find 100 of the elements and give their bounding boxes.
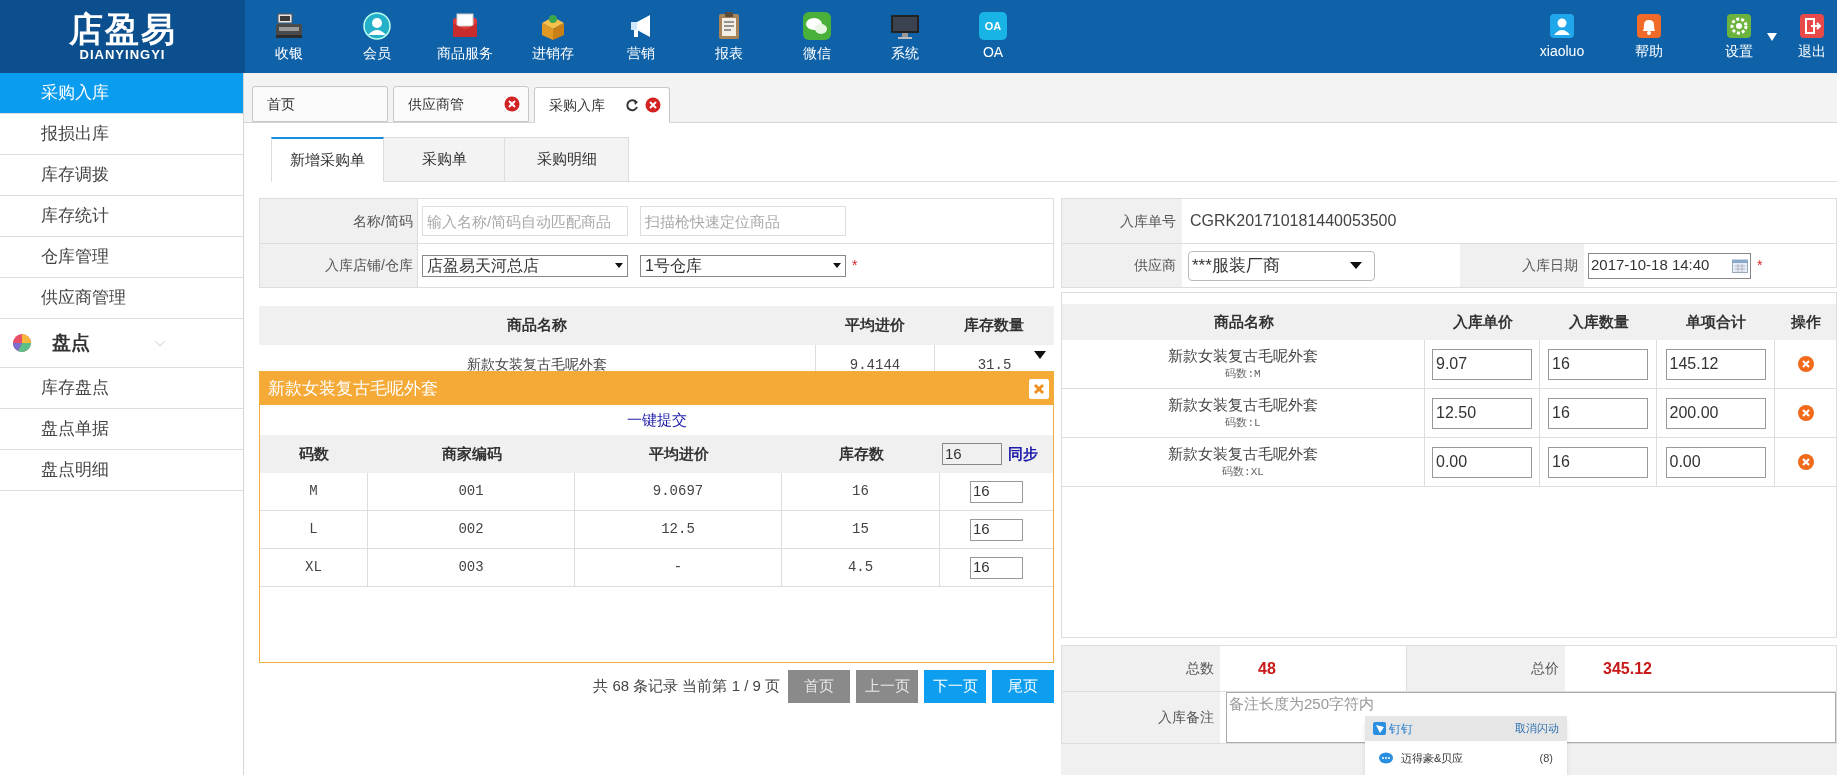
remove-button[interactable] xyxy=(1796,355,1815,373)
close-icon xyxy=(645,97,661,113)
nav-item[interactable]: xiaoluo xyxy=(1517,0,1607,73)
sub-tab[interactable]: 采购单 xyxy=(384,137,505,182)
column-header: 库存数 xyxy=(837,443,885,464)
form-label: 总数 xyxy=(1062,646,1220,691)
caret-icon xyxy=(1350,262,1362,269)
page-tab[interactable]: 首页 xyxy=(252,86,388,122)
nav-item[interactable]: 退出 xyxy=(1787,0,1837,73)
size-label: 码数:XL xyxy=(1222,465,1264,480)
table-cell-text: 4.5 xyxy=(847,558,874,577)
logo: 店盈易 DIANYINGYI xyxy=(0,0,245,73)
person-icon xyxy=(1549,13,1575,39)
input-field[interactable]: 0.00 xyxy=(1665,446,1766,478)
close-button[interactable] xyxy=(1029,378,1049,399)
caret-icon xyxy=(615,263,623,268)
input-field[interactable]: 扫描枪快速定位商品 xyxy=(640,206,846,236)
sub-tab[interactable]: 新增采购单 xyxy=(271,137,384,182)
input-field[interactable]: 0.00 xyxy=(1432,446,1532,478)
form-label: 供应商 xyxy=(1062,244,1182,287)
caret-icon xyxy=(1034,351,1046,359)
chat-icon xyxy=(1379,751,1393,765)
close-icon xyxy=(504,96,520,112)
select-field[interactable]: 1号仓库 xyxy=(640,254,846,277)
nav-item[interactable]: 报表 xyxy=(685,0,773,73)
submit-link[interactable]: 一键提交 xyxy=(626,408,687,432)
quantity-field[interactable]: 16 xyxy=(970,480,1023,503)
input-field[interactable]: 12.50 xyxy=(1432,397,1532,429)
input-field[interactable]: 16 xyxy=(1548,348,1648,380)
page-tab[interactable]: 采购入库 xyxy=(534,87,670,123)
pagination-button: 上一页 xyxy=(856,670,918,703)
form-label: 入库店铺/仓库 xyxy=(260,244,418,287)
select-field[interactable]: ***服装厂商 xyxy=(1188,250,1375,281)
caret-icon xyxy=(833,263,841,268)
nav-item[interactable]: OA OA xyxy=(949,0,1037,73)
product-name: 新款女装复古毛呢外套 xyxy=(1168,346,1318,366)
dismiss-button[interactable]: 取消闪动 xyxy=(1515,720,1559,737)
person-icon xyxy=(362,11,392,41)
bell-icon xyxy=(1636,13,1662,39)
table-cell-text: 16 xyxy=(852,482,869,501)
pagination-button: 首页 xyxy=(788,670,850,703)
column-header: 入库数量 xyxy=(1567,311,1630,332)
column-header: 库存数量 xyxy=(963,315,1025,336)
nav-item[interactable]: 收银 xyxy=(245,0,333,73)
table-cell-text: 9.0697 xyxy=(652,482,704,501)
remove-button[interactable] xyxy=(1796,453,1815,471)
notification-item[interactable]: 迈得豪&贝应 (8) xyxy=(1365,741,1567,775)
remove-icon xyxy=(1796,404,1815,422)
date-field[interactable]: 2017-10-18 14:40 xyxy=(1588,252,1751,279)
remove-button[interactable] xyxy=(1796,404,1815,422)
table-cell-text: 001 xyxy=(458,482,484,501)
form-label: 入库备注 xyxy=(1062,692,1220,743)
sync-link[interactable]: 同步 xyxy=(1008,442,1038,466)
exit-icon xyxy=(1799,13,1825,39)
input-field[interactable]: 200.00 xyxy=(1665,397,1766,429)
refresh-icon xyxy=(625,98,639,112)
form-label: 总价 xyxy=(1407,646,1565,691)
column-header: 码数 xyxy=(298,443,330,464)
app-icon xyxy=(1373,722,1386,735)
register-icon xyxy=(274,11,304,41)
chevron-icon xyxy=(155,341,165,347)
table-cell-text: 31.5 xyxy=(977,356,1012,375)
table-cell-text: 新款女装复古毛呢外套 xyxy=(467,356,607,375)
table-cell-text: 9.4144 xyxy=(849,356,901,375)
close-icon xyxy=(1033,382,1045,395)
input-field[interactable]: 16 xyxy=(1548,397,1648,429)
nav-item[interactable]: 微信 xyxy=(773,0,861,73)
settings-icon xyxy=(1726,13,1752,39)
column-header: 单项合计 xyxy=(1685,311,1747,332)
nav-item[interactable]: 帮助 xyxy=(1607,0,1691,73)
nav-item[interactable]: 会员 xyxy=(333,0,421,73)
column-header: 商品名称 xyxy=(1212,311,1275,332)
quantity-field[interactable]: 16 xyxy=(970,518,1023,541)
table-cell-text: - xyxy=(673,558,683,577)
quantity-field[interactable]: 16 xyxy=(970,556,1023,579)
table-cell-text: 002 xyxy=(458,520,484,539)
sub-tab[interactable]: 采购明细 xyxy=(505,137,629,182)
nav-item[interactable]: 进销存 xyxy=(509,0,597,73)
input-field[interactable]: 16 xyxy=(1548,446,1648,478)
total-count: 48 xyxy=(1258,658,1276,679)
input-field[interactable]: 145.12 xyxy=(1665,348,1766,380)
form-label: 名称/简码 xyxy=(260,199,418,243)
table-cell-text: M xyxy=(309,482,318,501)
caret-icon xyxy=(1767,33,1777,41)
form-label: 入库日期 xyxy=(1460,244,1584,287)
column-header: 商品名称 xyxy=(506,315,568,336)
input-field[interactable]: 输入名称/简码自动匹配商品 xyxy=(422,206,628,236)
nav-item[interactable]: 营销 xyxy=(597,0,685,73)
pagination-summary: 共 68 条记录 当前第 1 / 9 页 xyxy=(593,676,780,697)
page-tab[interactable]: 供应商管 xyxy=(393,86,529,122)
nav-item[interactable]: 设置 xyxy=(1691,0,1787,73)
form-label: 入库单号 xyxy=(1062,199,1182,243)
column-header: 平均进价 xyxy=(647,443,710,464)
select-field[interactable]: 店盈易天河总店 xyxy=(422,254,628,277)
chat-bubbles-icon xyxy=(802,11,832,41)
nav-item[interactable]: 商品服务 xyxy=(421,0,509,73)
input-field[interactable]: 9.07 xyxy=(1432,348,1532,380)
nav-item[interactable]: 系统 xyxy=(861,0,949,73)
input-field[interactable]: 16 xyxy=(942,443,1002,465)
table-cell-text: 12.5 xyxy=(661,520,695,539)
